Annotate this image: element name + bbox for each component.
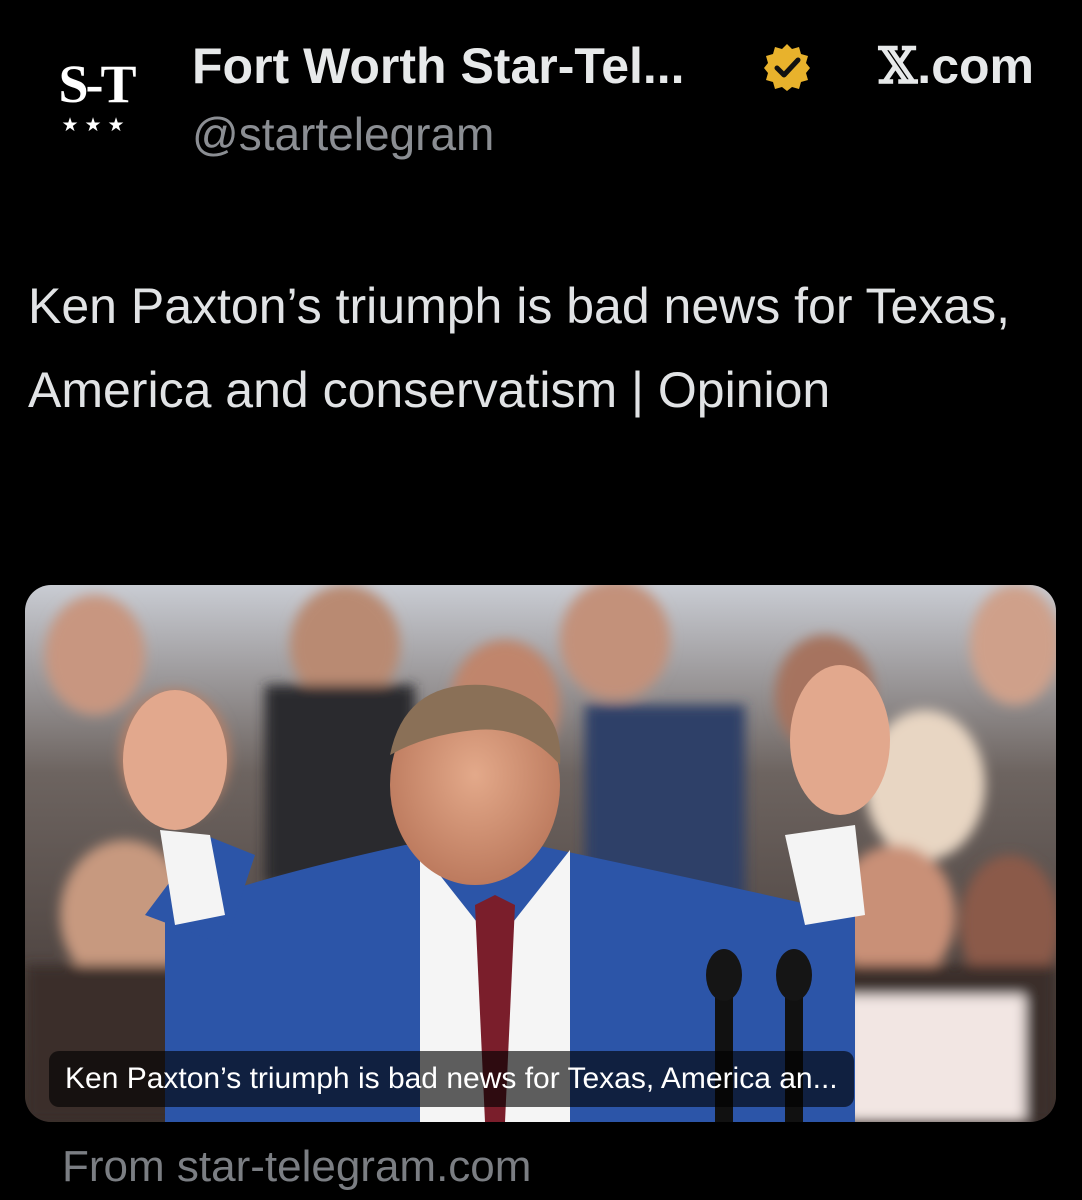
avatar-logo-text: S-T	[58, 54, 136, 114]
source-site-suffix: .com	[917, 38, 1034, 94]
link-card-caption: Ken Paxton’s triumph is bad news for Tex…	[49, 1051, 854, 1107]
source-site-label: 𝕏.com	[879, 36, 1035, 96]
photo-icon	[25, 585, 1056, 1122]
x-logo-icon: 𝕏	[878, 36, 918, 95]
link-source[interactable]: From star-telegram.com	[62, 1138, 531, 1196]
post-text: Ken Paxton’s triumph is bad news for Tex…	[28, 278, 1011, 418]
account-avatar[interactable]: S-T ★★★	[48, 52, 144, 148]
post-header: S-T ★★★ Fort Worth Star-Tel... @startele…	[0, 0, 1082, 180]
verified-badge-icon	[762, 42, 812, 92]
account-handle[interactable]: @startelegram	[192, 106, 494, 162]
avatar-stars: ★★★	[61, 114, 131, 136]
link-card[interactable]: Ken Paxton’s triumph is bad news for Tex…	[25, 585, 1056, 1122]
account-name[interactable]: Fort Worth Star-Tel...	[192, 36, 685, 96]
